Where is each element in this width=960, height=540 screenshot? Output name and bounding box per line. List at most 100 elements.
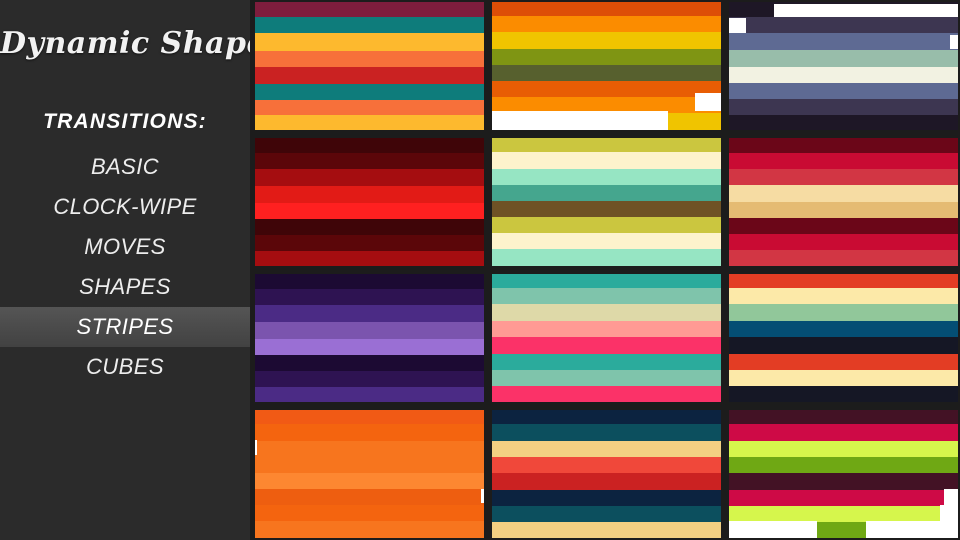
stripe-band [729, 386, 958, 402]
stripe-band [255, 250, 484, 266]
stripe-reveal-gap [255, 440, 258, 456]
stripe-band [492, 233, 721, 250]
stripe-band [729, 50, 958, 67]
stripe-band [492, 16, 721, 33]
stripe-band [492, 320, 721, 338]
sidebar-item-shapes[interactable]: SHAPES [0, 267, 250, 307]
stripe-band [255, 289, 484, 306]
preview-r2c2[interactable] [490, 136, 723, 268]
stripe-band [255, 67, 484, 84]
stripe-band [492, 168, 721, 186]
preview-r3c2[interactable] [490, 272, 723, 404]
stripe-band [255, 234, 484, 251]
stripe-band [729, 66, 958, 83]
preview-r4c1[interactable] [253, 408, 486, 540]
stripe-reveal-gap [480, 488, 484, 503]
app-window: Dynamic Shapes TRANSITIONS: BASICCLOCK-W… [0, 0, 960, 540]
stripe-band [255, 153, 484, 170]
stripe-band [492, 138, 721, 153]
sidebar-item-moves[interactable]: MOVES [0, 227, 250, 267]
sidebar-item-cubes[interactable]: CUBES [0, 347, 250, 387]
stripe-band [729, 370, 958, 386]
stripe-band [255, 138, 484, 154]
stripe-band [255, 457, 484, 474]
stripe-band [492, 96, 721, 113]
stripe-band [729, 138, 958, 153]
stripe-band [492, 522, 721, 538]
stripe-band [729, 473, 958, 490]
sidebar-item-clock-wipe[interactable]: CLOCK-WIPE [0, 187, 250, 227]
stripe-band [492, 370, 721, 386]
stripe-reveal-gap [866, 520, 958, 538]
stripe-band [255, 202, 484, 219]
stripe-band [255, 99, 484, 116]
stripe-band [492, 2, 721, 17]
stripe-band [492, 288, 721, 305]
stripe-band [492, 386, 721, 402]
stripe-band [255, 473, 484, 490]
stripe-band [729, 424, 958, 441]
stripe-band [255, 16, 484, 34]
preview-r2c3[interactable] [727, 136, 960, 268]
stripe-band [492, 410, 721, 425]
stripe-reveal-gap [694, 92, 721, 112]
stripe-band [492, 473, 721, 490]
preview-r4c3[interactable] [727, 408, 960, 540]
stripe-band [255, 274, 484, 290]
preview-r1c3[interactable] [727, 0, 960, 132]
preview-r3c3[interactable] [727, 272, 960, 404]
stripe-reveal-gap [939, 505, 958, 522]
stripe-band [729, 410, 958, 425]
transitions-heading: TRANSITIONS: [43, 110, 207, 133]
stripe-band [729, 250, 958, 266]
transitions-menu: BASIC CLOCK-WIPE MOVES SHAPES STRIPES CUBES [0, 147, 250, 387]
stripe-reveal-gap [492, 111, 669, 130]
stripe-band [255, 322, 484, 339]
stripe-reveal-gap [949, 34, 958, 50]
sidebar-item-stripes[interactable]: STRIPES [0, 307, 250, 347]
preview-r4c2[interactable] [490, 408, 723, 540]
stripe-band [255, 305, 484, 322]
stripe-band [255, 521, 484, 538]
stripe-band [255, 2, 484, 17]
stripe-band [255, 440, 484, 458]
stripe-band [255, 83, 484, 100]
stripe-band [492, 64, 721, 81]
stripe-band [492, 304, 721, 321]
stripe-band [255, 354, 484, 371]
stripe-band [729, 274, 958, 289]
preview-r2c1[interactable] [253, 136, 486, 268]
stripe-band [492, 424, 721, 441]
stripe-band [492, 48, 721, 65]
stripe-band [729, 490, 958, 506]
stripe-band [492, 201, 721, 218]
preview-r3c1[interactable] [253, 272, 486, 404]
stripe-band [492, 152, 721, 169]
stripe-band [729, 234, 958, 250]
stripe-band [729, 320, 958, 337]
stripe-band [255, 50, 484, 68]
sidebar-item-basic[interactable]: BASIC [0, 147, 250, 187]
stripe-band [729, 288, 958, 305]
stripe-band [492, 457, 721, 474]
stripe-band [729, 17, 958, 34]
preview-r1c1[interactable] [253, 0, 486, 132]
stripe-band [729, 114, 958, 130]
stripe-band [492, 32, 721, 49]
stripe-band [492, 249, 721, 266]
stripe-band [729, 457, 958, 474]
preview-r1c2[interactable] [490, 0, 723, 132]
stripe-band [492, 490, 721, 506]
stripe-band [255, 115, 484, 130]
stripe-band [255, 424, 484, 441]
stripe-reveal-gap [729, 520, 818, 538]
stripe-band [492, 354, 721, 370]
stripe-band [729, 98, 958, 115]
stripe-band [729, 168, 958, 186]
stripe-band [255, 370, 484, 387]
stripe-band [255, 489, 484, 506]
stripe-band [729, 440, 958, 458]
stripe-reveal-gap [773, 3, 958, 17]
stripe-band [729, 33, 958, 50]
stripe-band [492, 217, 721, 234]
